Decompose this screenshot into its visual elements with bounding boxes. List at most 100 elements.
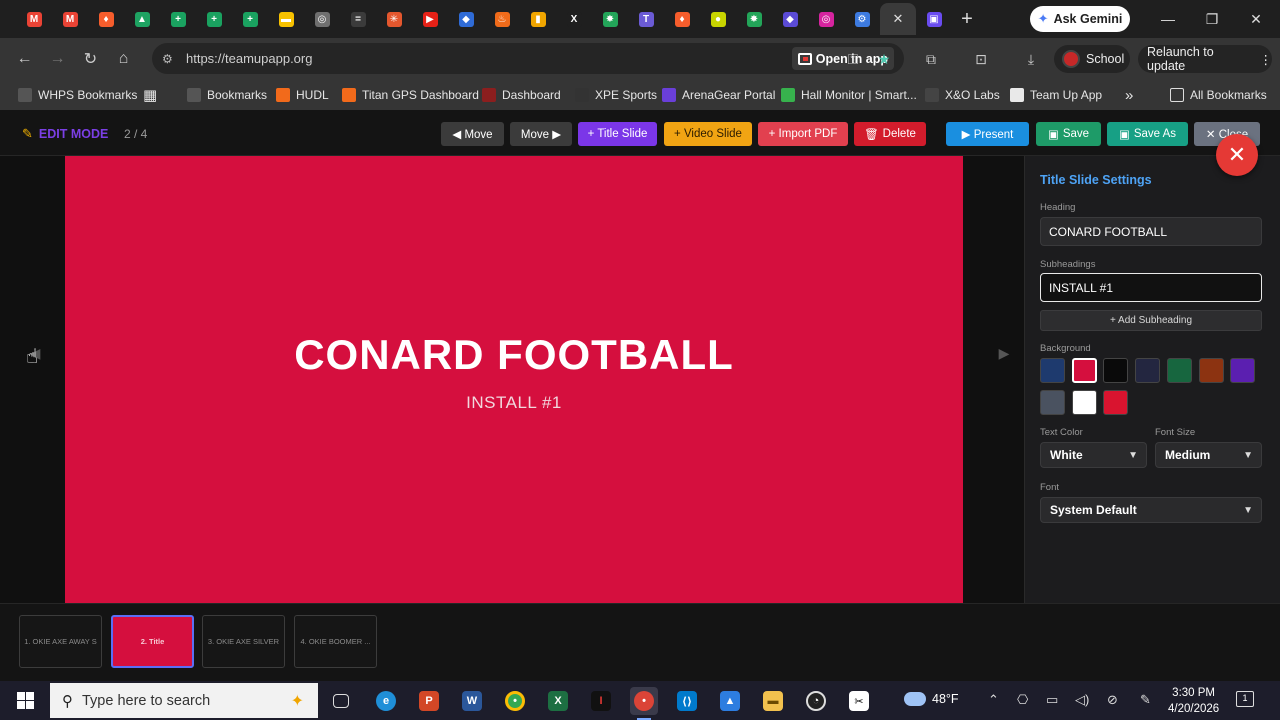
move-left-button[interactable]: ◀ Move: [441, 122, 504, 146]
slide-thumbnail[interactable]: 4. OKIE BOOMER ...: [294, 615, 377, 668]
new-tab-icon[interactable]: +: [952, 4, 982, 34]
background-swatch[interactable]: [1230, 358, 1256, 383]
star-tab[interactable]: ✳: [376, 3, 412, 35]
weather-widget[interactable]: 48°F: [904, 692, 959, 706]
slide-thumbnail[interactable]: 1. OKIE AXE AWAY S: [19, 615, 102, 668]
bookmark-item[interactable]: Bookmarks: [187, 86, 267, 104]
network-off-icon[interactable]: ⊘: [1107, 692, 1118, 708]
site-info-icon[interactable]: ⚙: [162, 52, 182, 66]
restore-icon[interactable]: ❐: [1190, 6, 1234, 32]
save-button[interactable]: ▣ Save: [1036, 122, 1101, 146]
bookmark-star-icon[interactable]: ★: [871, 46, 897, 72]
word-icon[interactable]: W: [458, 687, 486, 715]
tray-app-icon[interactable]: ⎔: [1017, 692, 1028, 708]
move-right-button[interactable]: Move ▶: [510, 122, 572, 146]
edge-icon[interactable]: e: [372, 687, 400, 715]
slide-thumbnail[interactable]: 2. Title: [111, 615, 194, 668]
vscode-icon[interactable]: ⟨⟩: [673, 687, 701, 715]
background-swatch[interactable]: [1198, 358, 1224, 383]
more-bookmarks-icon[interactable]: »: [1125, 86, 1133, 104]
text-color-select[interactable]: White ▼: [1040, 442, 1147, 468]
all-bookmarks-button[interactable]: All Bookmarks: [1170, 86, 1267, 104]
save-as-button[interactable]: ▣ Save As: [1107, 122, 1188, 146]
keep-tab[interactable]: ▬: [268, 3, 304, 35]
ball-tab[interactable]: ●: [700, 3, 736, 35]
notification-icon[interactable]: 1: [1236, 691, 1254, 707]
background-swatch[interactable]: [1071, 358, 1097, 383]
photos-icon[interactable]: ▲: [716, 687, 744, 715]
bookmark-item[interactable]: Dashboard: [482, 86, 561, 104]
apps-grid-icon[interactable]: ▦: [143, 86, 157, 104]
profile-button[interactable]: School: [1054, 45, 1130, 73]
shield-tab[interactable]: ◆: [448, 3, 484, 35]
x-tab[interactable]: X: [556, 3, 592, 35]
background-swatch[interactable]: [1166, 358, 1192, 383]
sheets-tab[interactable]: +: [160, 3, 196, 35]
app-red-icon[interactable]: I: [587, 687, 615, 715]
taskbar-clock[interactable]: 3:30 PM 4/20/2026: [1168, 685, 1219, 717]
delete-button[interactable]: 🗑 Delete: [854, 122, 926, 146]
volume-icon[interactable]: ◁): [1075, 692, 1089, 708]
sheets-tab-2[interactable]: +: [196, 3, 232, 35]
excel-icon[interactable]: X: [544, 687, 572, 715]
bookmark-item[interactable]: Titan GPS Dashboard: [342, 86, 479, 104]
settings-tab[interactable]: ⚙: [844, 3, 880, 35]
taskbar-search[interactable]: ⚲ Type here to search ✦: [50, 683, 318, 718]
file-explorer-icon[interactable]: ▬: [759, 687, 787, 715]
url-text[interactable]: https://teamupapp.org: [186, 51, 312, 66]
extensions-icon[interactable]: ⧉: [918, 46, 944, 72]
screen-capture-icon[interactable]: ⊡: [968, 46, 994, 72]
present-button[interactable]: ▶ Present: [946, 122, 1029, 146]
shield-tab-2[interactable]: ◆: [772, 3, 808, 35]
download-icon[interactable]: ⤓: [1018, 46, 1044, 72]
capcut-icon[interactable]: ✂: [845, 687, 873, 715]
background-swatch[interactable]: [1135, 358, 1161, 383]
forward-icon[interactable]: →: [41, 43, 74, 76]
drive-tab[interactable]: ▲: [124, 3, 160, 35]
back-icon[interactable]: ←: [8, 43, 41, 76]
globe-tab[interactable]: ◎: [304, 3, 340, 35]
bookmark-item[interactable]: HUDL: [276, 86, 329, 104]
chrome-icon[interactable]: •: [501, 687, 529, 715]
translate-tab[interactable]: T: [628, 3, 664, 35]
chart-tab[interactable]: ▮: [520, 3, 556, 35]
gmail-tab-2[interactable]: M: [52, 3, 88, 35]
address-bar[interactable]: ⚙ https://teamupapp.org Open in app: [152, 43, 904, 74]
chevron-up-icon[interactable]: ⌃: [988, 692, 999, 708]
font-select[interactable]: System Default ▼: [1040, 497, 1262, 523]
window-close-icon[interactable]: ✕: [1234, 6, 1278, 32]
heading-input[interactable]: CONARD FOOTBALL: [1040, 217, 1262, 246]
subheading-input[interactable]: INSTALL #1: [1040, 273, 1262, 302]
minimize-icon[interactable]: —: [1146, 6, 1190, 32]
bookmark-item[interactable]: WHPS Bookmarks: [18, 86, 137, 104]
bookmark-item[interactable]: Team Up App: [1010, 86, 1102, 104]
instagram-tab[interactable]: ◎: [808, 3, 844, 35]
background-swatch[interactable]: [1040, 358, 1065, 383]
bookmark-item[interactable]: X&O Labs: [925, 86, 1000, 104]
add-video-slide-button[interactable]: + Video Slide: [664, 122, 752, 146]
gmail-tab[interactable]: M: [16, 3, 52, 35]
powerpoint-icon[interactable]: P: [415, 687, 443, 715]
chrome-active-icon[interactable]: •: [630, 687, 658, 720]
import-pdf-button[interactable]: + Import PDF: [758, 122, 848, 146]
obs-icon[interactable]: ◔: [802, 687, 830, 715]
spark-tab[interactable]: ✸: [592, 3, 628, 35]
start-button[interactable]: [0, 681, 50, 720]
teamup-tab[interactable]: ▣: [916, 3, 952, 35]
youtube-tab[interactable]: ▶: [412, 3, 448, 35]
fire-tab[interactable]: ♨: [484, 3, 520, 35]
background-swatch[interactable]: [1103, 358, 1129, 383]
brave-tab-2[interactable]: ♦: [664, 3, 700, 35]
dash-tab[interactable]: =: [340, 3, 376, 35]
active-tab[interactable]: ✕: [880, 3, 916, 35]
home-icon[interactable]: ⌂: [107, 43, 140, 76]
task-view-icon[interactable]: [327, 687, 355, 715]
sheets-tab-3[interactable]: +: [232, 3, 268, 35]
background-swatch[interactable]: [1071, 390, 1097, 415]
add-title-slide-button[interactable]: + Title Slide: [578, 122, 657, 146]
reload-icon[interactable]: ↻: [74, 43, 107, 76]
close-tab-icon[interactable]: ✕: [893, 11, 904, 27]
slide-thumbnail[interactable]: 3. OKIE AXE SILVER: [202, 615, 285, 668]
battery-icon[interactable]: ▭: [1046, 692, 1058, 708]
background-swatch[interactable]: [1040, 390, 1065, 415]
